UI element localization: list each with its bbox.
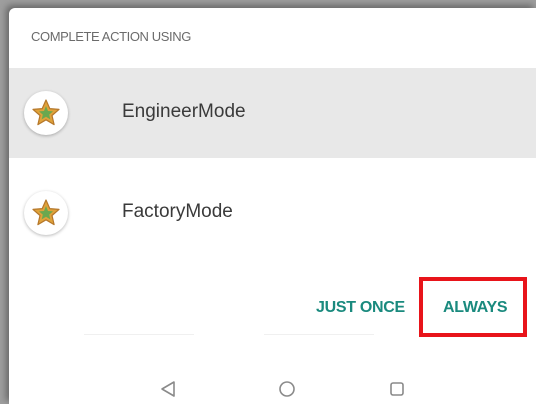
app-option-factorymode[interactable]: FactoryMode [9,168,536,258]
divider [264,334,374,335]
dialog-title: COMPLETE ACTION USING [31,29,191,44]
just-once-button[interactable]: JUST ONCE [316,299,405,317]
app-option-engineermode[interactable]: EngineerMode [9,68,536,158]
star-badge-icon [24,191,68,235]
screen-frame: COMPLETE ACTION USING EngineerMode Facto… [0,0,536,404]
star-badge-icon [24,91,68,135]
home-circle-icon[interactable] [277,379,297,404]
divider [84,334,194,335]
back-triangle-icon[interactable] [158,379,178,404]
app-label: FactoryMode [122,201,233,222]
recents-square-icon[interactable] [387,379,407,404]
app-label: EngineerMode [122,101,246,122]
chooser-dialog: COMPLETE ACTION USING EngineerMode Facto… [9,8,536,404]
highlight-annotation-box [419,277,527,337]
